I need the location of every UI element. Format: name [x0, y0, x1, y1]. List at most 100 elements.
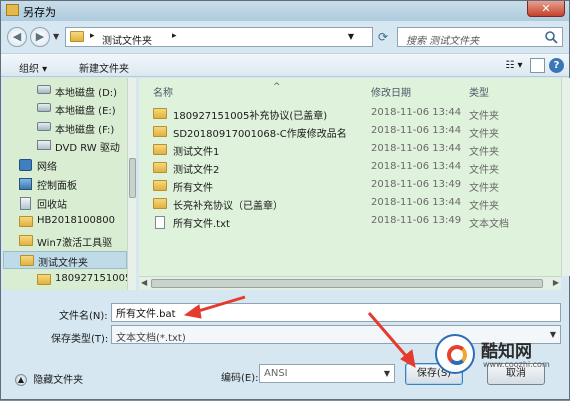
search-input[interactable]: 搜索 测试文件夹 [397, 27, 563, 47]
file-row[interactable]: 测试文件1 2018-11-06 13:44 文件夹 [153, 141, 553, 159]
coozhi-logo-icon [435, 334, 475, 374]
breadcrumb-current[interactable]: 测试文件夹 [102, 32, 152, 47]
file-type: 文件夹 [469, 201, 499, 212]
arrow-right-icon: ▶ [35, 30, 45, 43]
file-list-horizontal-scrollbar[interactable]: ◀ ▶ [139, 276, 561, 290]
nav-item-control-panel[interactable]: 控制面板 [3, 175, 127, 193]
folder-icon [19, 235, 33, 246]
network-icon [19, 159, 32, 171]
folder-icon [37, 274, 51, 285]
file-row[interactable]: 所有文件 2018-11-06 13:49 文件夹 [153, 177, 553, 195]
forward-button[interactable]: ▶ [30, 27, 50, 47]
horizontal-scrollbar-thumb[interactable] [151, 279, 543, 288]
column-header-date[interactable]: 修改日期 [371, 84, 411, 99]
file-row[interactable]: 测试文件2 2018-11-06 13:44 文件夹 [153, 159, 553, 177]
file-type: 文件夹 [469, 147, 499, 158]
file-type: 文件夹 [469, 183, 499, 194]
file-date: 2018-11-06 13:44 [371, 197, 462, 208]
nav-item-network[interactable]: 网络 [3, 156, 127, 174]
file-list-vertical-scrollbar[interactable] [561, 78, 570, 276]
close-button[interactable]: ✕ [527, 1, 565, 17]
nav-item-subfolder[interactable]: 180927151005 [3, 271, 127, 289]
encoding-select[interactable]: ANSI ▼ [259, 364, 395, 383]
drive-icon [37, 85, 51, 94]
file-name: SD20180917001068-C作废修改品名 [173, 129, 347, 140]
folder-icon [70, 31, 84, 42]
nav-item-drive-e[interactable]: 本地磁盘 (E:) [3, 100, 127, 118]
folder-icon [153, 108, 167, 119]
nav-item-label: 网络 [37, 162, 57, 173]
nav-item-win7-folder[interactable]: Win7激活工具驱 [3, 232, 127, 250]
control-panel-icon [19, 178, 32, 190]
watermark-url: www.coozhi.com [483, 360, 550, 369]
file-name: 测试文件1 [173, 147, 220, 158]
search-icon[interactable] [544, 30, 558, 44]
text-file-icon [155, 216, 165, 229]
nav-item-drive-d[interactable]: 本地磁盘 (D:) [3, 82, 127, 100]
file-name: 长亮补充协议（已盖章） [173, 201, 283, 212]
help-button[interactable]: ? [549, 58, 564, 73]
file-row[interactable]: 所有文件.txt 2018-11-06 13:49 文本文档 [153, 213, 553, 231]
file-name: 180927151005补充协议(已盖章) [173, 111, 328, 122]
new-folder-button[interactable]: 新建文件夹 [79, 60, 129, 75]
chevron-down-icon[interactable]: ▼ [348, 32, 354, 41]
nav-item-dvd[interactable]: DVD RW 驱动 [3, 137, 127, 155]
dvd-icon [37, 140, 51, 150]
organize-menu[interactable]: 组织 ▾ [19, 60, 47, 75]
column-header-label: 名称 [153, 88, 173, 99]
file-date: 2018-11-06 13:44 [371, 107, 462, 118]
file-row[interactable]: 长亮补充协议（已盖章） 2018-11-06 13:44 文件夹 [153, 195, 553, 213]
column-header-name[interactable]: 名称 ^ [153, 82, 281, 99]
file-row[interactable]: SD20180917001068-C作废修改品名 2018-11-06 13:4… [153, 123, 553, 141]
file-type: 文件夹 [469, 165, 499, 176]
encoding-value: ANSI [264, 368, 288, 379]
arrow-left-icon: ◀ [12, 30, 22, 43]
savetype-label: 保存类型(T): [51, 334, 109, 345]
hide-folders-label: 隐藏文件夹 [33, 375, 84, 386]
preview-pane-button[interactable] [530, 58, 545, 73]
file-list: 名称 ^ 修改日期 类型 180927151005补充协议(已盖章) 2018-… [139, 78, 561, 276]
nav-item-recycle-bin[interactable]: 回收站 [3, 194, 127, 212]
nav-item-drive-f[interactable]: 本地磁盘 (F:) [3, 119, 127, 137]
recent-pages-dropdown[interactable]: ▼ [53, 32, 59, 41]
file-name: 所有文件.txt [173, 219, 230, 230]
nav-item-label: 回收站 [37, 200, 67, 211]
folder-icon [19, 216, 33, 227]
chevron-right-icon[interactable]: ▸ [172, 31, 177, 41]
nav-item-label: DVD RW 驱动 [55, 143, 120, 154]
search-placeholder: 搜索 测试文件夹 [406, 36, 480, 47]
file-type: 文本文档 [469, 219, 509, 230]
file-row[interactable]: 180927151005补充协议(已盖章) 2018-11-06 13:44 文… [153, 105, 553, 123]
savetype-value: 文本文档(*.txt) [116, 333, 186, 344]
nav-item-hb-folder[interactable]: HB2018100800 [3, 213, 127, 231]
file-date: 2018-11-06 13:49 [371, 179, 462, 190]
back-button[interactable]: ◀ [7, 27, 27, 47]
refresh-button[interactable]: ⟳ [373, 27, 393, 47]
save-as-dialog: 另存为 ✕ ◀ ▶ ▼ ▸ 测试文件夹 ▸ ▼ ⟳ 搜索 测试文件夹 组织 ▾ … [0, 0, 570, 400]
encoding-label: 编码(E): [221, 373, 259, 384]
nav-item-test-folder[interactable]: 测试文件夹 [3, 251, 127, 269]
scroll-right-icon[interactable]: ▶ [553, 278, 559, 287]
address-bar[interactable]: ▸ 测试文件夹 ▸ ▼ [65, 27, 373, 47]
nav-scrollbar-thumb[interactable] [129, 158, 136, 198]
chevron-right-icon[interactable]: ▸ [90, 31, 95, 41]
folder-icon [153, 162, 167, 173]
scroll-left-icon[interactable]: ◀ [141, 278, 147, 287]
folder-icon [6, 4, 19, 16]
file-type: 文件夹 [469, 111, 499, 122]
folder-icon [153, 144, 167, 155]
chevron-up-icon: ▲ [15, 374, 27, 386]
nav-item-label: 180927151005 [55, 273, 127, 284]
hide-folders-toggle[interactable]: ▲ 隐藏文件夹 [15, 371, 83, 386]
drive-icon [37, 122, 51, 131]
column-header-type[interactable]: 类型 [469, 84, 489, 99]
view-options-button[interactable]: ☷ ▾ [501, 58, 527, 73]
filename-input[interactable] [111, 303, 561, 322]
nav-item-label: 本地磁盘 (F:) [55, 125, 115, 136]
filename-label: 文件名(N): [59, 311, 108, 322]
nav-item-label: 控制面板 [37, 181, 77, 192]
file-type: 文件夹 [469, 129, 499, 140]
nav-scrollbar[interactable] [127, 78, 136, 290]
navigation-pane: 本地磁盘 (D:) 本地磁盘 (E:) 本地磁盘 (F:) DVD RW 驱动 … [3, 78, 136, 290]
recycle-bin-icon [20, 197, 31, 210]
